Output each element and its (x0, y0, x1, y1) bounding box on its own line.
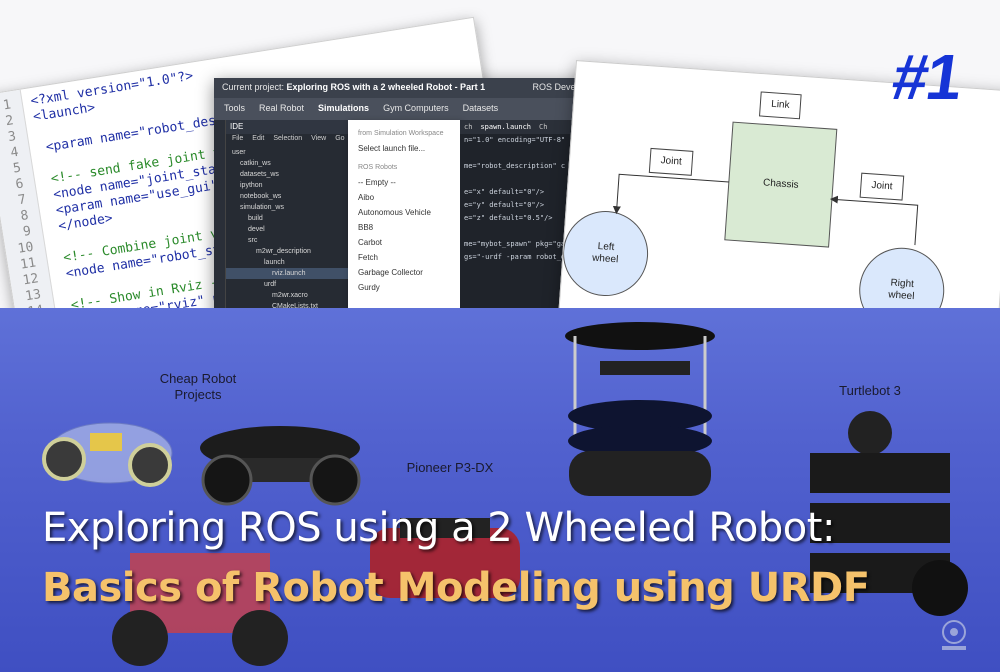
turtlebot-2-image (565, 322, 715, 496)
robot-menu-item[interactable]: Carbot (348, 235, 460, 250)
toolbar-datasets[interactable]: Datasets (463, 103, 499, 115)
robot-menu-item[interactable]: Garbage Collector (348, 265, 460, 280)
logo-icon (942, 620, 966, 650)
pioneer-caption: Pioneer P3-DX (406, 460, 494, 475)
right-wheel-label: Right wheel (887, 277, 915, 303)
code-text: <?xml version="1.0"?> (29, 68, 195, 110)
joint-right-arrow (829, 195, 919, 246)
ros-robots-section: ROS Robots (358, 164, 398, 171)
joint-left-arrow (612, 173, 729, 215)
ide-side-rail (214, 120, 226, 328)
editor-tab[interactable]: ch (464, 123, 472, 131)
file-tree-item[interactable]: user (226, 147, 348, 158)
menu-selection[interactable]: Selection (273, 135, 302, 146)
file-tree-item[interactable]: urdf (226, 279, 348, 290)
robot-menu-item[interactable]: Autonomous Vehicle (348, 205, 460, 220)
simulations-dropdown: from Simulation Workspace Select launch … (348, 120, 460, 328)
robot-showcase-area: Cheap Robot Projects Pioneer P3-DX Turtl… (0, 308, 1000, 672)
file-tree-item[interactable]: m2wr.xacro (226, 290, 348, 301)
file-tree-item[interactable]: notebook_ws (226, 191, 348, 202)
file-tree-item[interactable]: rviz.launch (226, 268, 348, 279)
project-prefix: Current project: (222, 82, 285, 92)
toolbar-tools[interactable]: Tools (224, 103, 245, 115)
ide-title: IDE (226, 120, 348, 134)
episode-number-badge: #1 (887, 41, 966, 113)
robot-menu-item[interactable]: -- Empty -- (348, 175, 460, 190)
dropdown-header: from Simulation Workspace (358, 130, 444, 137)
ide-file-explorer: IDE File Edit Selection View Go user catk… (226, 120, 348, 328)
menu-go[interactable]: Go (335, 135, 344, 146)
ros-development-studio-panel: Current project: Exploring ROS with a 2 … (214, 78, 606, 328)
robot-menu-item[interactable]: Fetch (348, 250, 460, 265)
file-tree-item[interactable]: catkin_ws (226, 158, 348, 169)
ide-project-bar: Current project: Exploring ROS with a 2 … (214, 78, 606, 98)
file-tree-item[interactable]: launch (226, 257, 348, 268)
file-tree-item[interactable]: devel (226, 224, 348, 235)
cheap-robot-caption: Cheap Robot Projects (159, 371, 237, 402)
file-tree-item[interactable]: simulation_ws (226, 202, 348, 213)
robot-menu-item[interactable]: Aibo (348, 190, 460, 205)
file-tree-item[interactable]: src (226, 235, 348, 246)
file-tree-item[interactable]: datasets_ws (226, 169, 348, 180)
robot-menu-item[interactable]: Gurdy (348, 280, 460, 295)
toolbar-gym-computers[interactable]: Gym Computers (383, 103, 449, 115)
title-line-1: Exploring ROS using a 2 Wheeled Robot: (42, 505, 835, 551)
left-wheel-label: Left wheel (591, 240, 619, 266)
toolbar-simulations[interactable]: Simulations (318, 103, 369, 115)
turtlebot3-caption: Turtlebot 3 (839, 383, 901, 398)
menu-file[interactable]: File (232, 135, 243, 146)
editor-tab[interactable]: spawn.launch (480, 123, 531, 131)
file-tree-item[interactable]: build (226, 213, 348, 224)
editor-tab[interactable]: Ch (539, 123, 547, 131)
round-chassis-robot-image (200, 426, 361, 506)
robot-list: -- Empty -- Aibo Autonomous Vehicle BB8 Carb… (348, 175, 460, 295)
file-tree: user catkin_ws datasets_ws ipython notebook_… (226, 147, 348, 312)
menu-view[interactable]: View (311, 135, 326, 146)
toolbar-real-robot[interactable]: Real Robot (259, 103, 304, 115)
screenshot-collage: 1 <?xml version="1.0"?> 2 <launch> 3 4 <param… (0, 0, 1000, 330)
file-tree-item[interactable]: ipython (226, 180, 348, 191)
ide-toolbar: Tools Real Robot Simulations Gym Compute… (214, 98, 606, 120)
title-line-2: Basics of Robot Modeling using URDF (42, 565, 870, 611)
select-launch-file-item[interactable]: Select launch file... (348, 141, 460, 156)
project-name: Exploring ROS with a 2 wheeled Robot - P… (286, 82, 486, 92)
file-tree-item[interactable]: m2wr_description (226, 246, 348, 257)
menu-edit[interactable]: Edit (252, 135, 264, 146)
robot-menu-item[interactable]: BB8 (348, 220, 460, 235)
cheap-robot-kit-image (42, 422, 173, 487)
ide-menu-bar: File Edit Selection View Go (226, 134, 348, 147)
